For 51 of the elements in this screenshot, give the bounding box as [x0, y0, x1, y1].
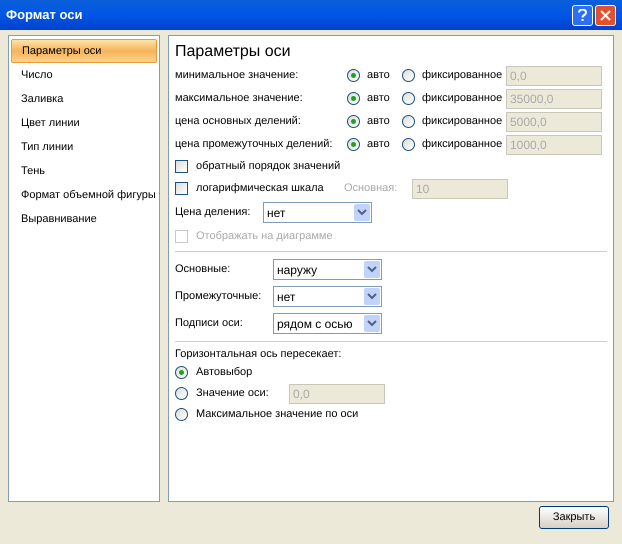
- dropdown[interactable]: наружу: [273, 259, 382, 280]
- radio-label: фиксированное: [422, 137, 502, 152]
- chevron-down-icon: [364, 315, 380, 332]
- close-icon: [600, 10, 611, 20]
- radio-label: авто: [367, 68, 390, 84]
- sidebar-item[interactable]: Параметры оси: [11, 39, 157, 63]
- radio-button[interactable]: [175, 366, 188, 379]
- checkbox-label: обратный порядок значений: [196, 159, 340, 174]
- radio-button[interactable]: [175, 408, 188, 421]
- dropdown[interactable]: нет: [263, 202, 372, 223]
- sidebar-item[interactable]: Заливка: [11, 87, 157, 111]
- checkbox[interactable]: [175, 160, 188, 173]
- chevron-down-icon: [364, 261, 380, 278]
- checkbox-label: Отображать на диаграмме: [196, 228, 333, 244]
- sidebar-item[interactable]: Тень: [11, 159, 157, 183]
- help-icon: [578, 8, 587, 22]
- sidebar-item[interactable]: Число: [11, 63, 157, 87]
- close-dialog-button[interactable]: Закрыть: [539, 506, 609, 529]
- field-label: Промежуточные:: [175, 289, 262, 304]
- sidebar-item[interactable]: Формат объемной фигуры: [11, 183, 157, 207]
- radio-label: фиксированное: [422, 114, 502, 130]
- field-label: цена промежуточных делений:: [175, 137, 334, 152]
- close-button[interactable]: [595, 4, 616, 26]
- dropdown[interactable]: рядом с осью: [273, 313, 382, 334]
- chevron-down-icon: [364, 288, 380, 305]
- field-label: Основная:: [344, 181, 398, 196]
- field-label: Цена деления:: [175, 205, 252, 220]
- radio-label: авто: [367, 114, 390, 130]
- radio-label: авто: [367, 137, 390, 152]
- sidebar-item[interactable]: Цвет линии: [11, 111, 157, 135]
- radio-label: авто: [367, 91, 390, 106]
- section-label: Горизонтальная ось пересекает:: [175, 346, 342, 362]
- chevron-down-icon: [354, 204, 370, 221]
- field-label: Основные:: [175, 262, 232, 278]
- radio-label: фиксированное: [422, 68, 502, 84]
- field-label: Подписи оси:: [175, 316, 244, 332]
- sidebar-item[interactable]: Выравнивание: [11, 207, 157, 231]
- dropdown[interactable]: нет: [273, 286, 382, 307]
- field-label: максимальное значение:: [175, 91, 304, 106]
- sidebar-item[interactable]: Тип линии: [11, 135, 157, 159]
- help-button[interactable]: [572, 4, 593, 26]
- checkbox-label: логарифмическая шкала: [196, 181, 325, 196]
- field-label: цена основных делений:: [175, 114, 302, 130]
- panel-title: Параметры оси: [175, 42, 292, 62]
- radio-label: Максимальное значение по оси: [196, 407, 358, 422]
- window-title: Формат оси: [6, 6, 82, 24]
- radio-label: Значение оси:: [196, 386, 270, 402]
- field-label: минимальное значение:: [175, 68, 300, 84]
- radio-button[interactable]: [175, 387, 188, 400]
- radio-label: фиксированное: [422, 91, 502, 106]
- radio-label: Автовыбор: [196, 365, 252, 380]
